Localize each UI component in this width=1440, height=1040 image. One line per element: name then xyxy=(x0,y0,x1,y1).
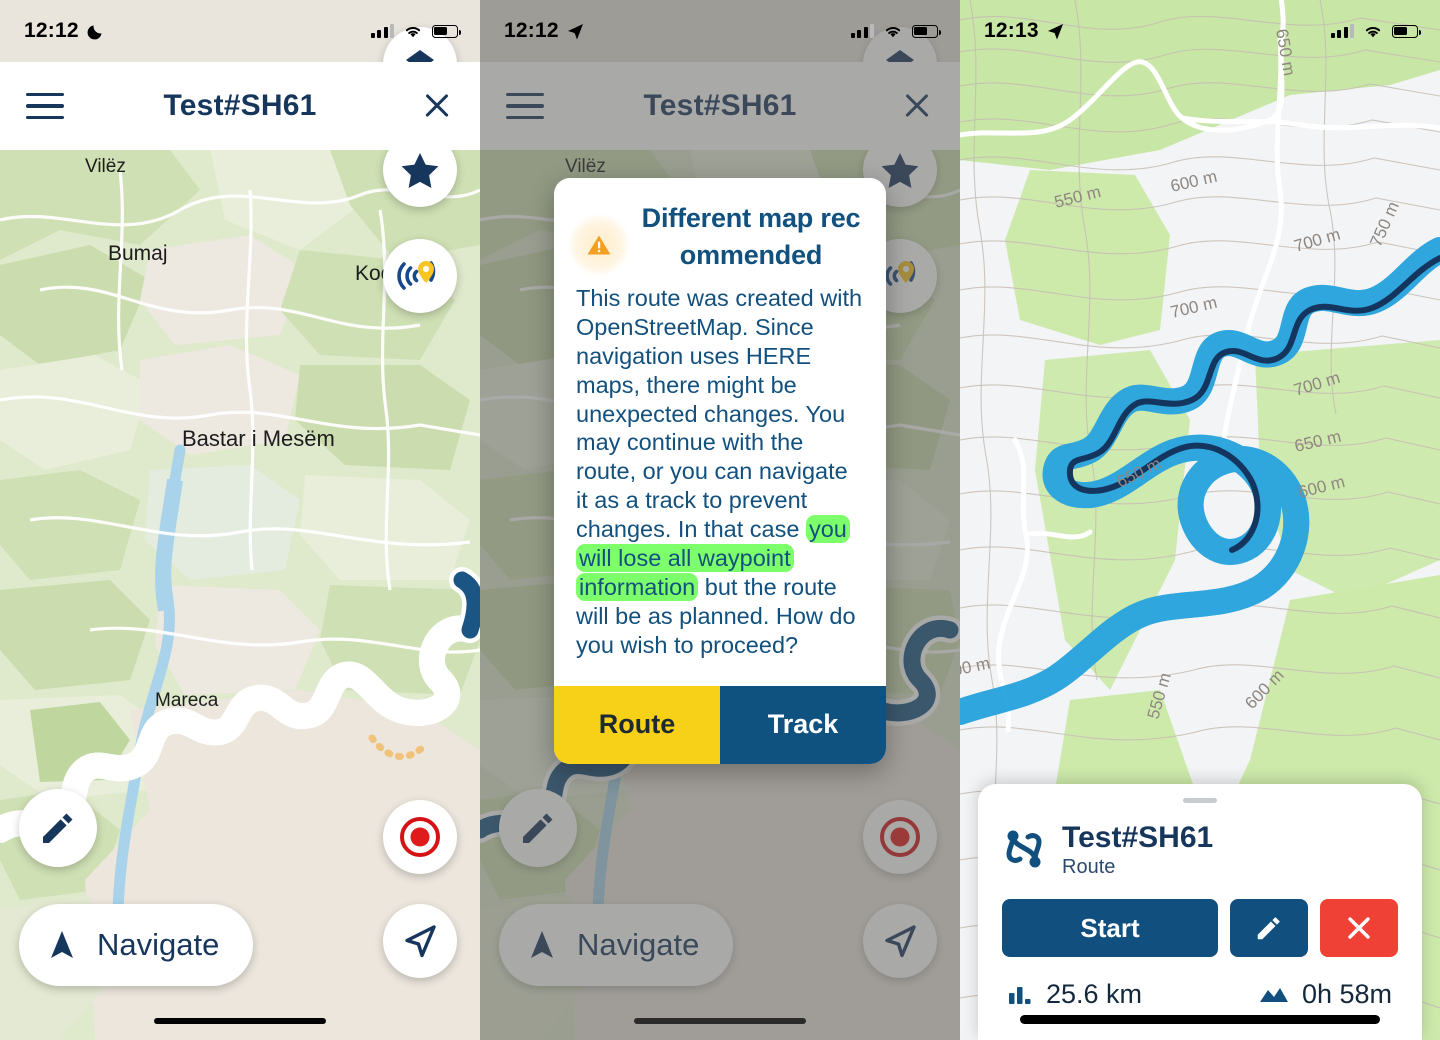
panel-dialog: Vilëz Test#SH61 Navigate 12:12 Different… xyxy=(480,0,960,1040)
hamburger-icon[interactable] xyxy=(26,93,64,119)
route-detail-sheet: Test#SH61 Route Start 25.6 km 0h 58m xyxy=(978,784,1422,1040)
status-time: 12:12 xyxy=(24,19,79,42)
app-bar: Test#SH61 xyxy=(480,62,960,150)
panel-route-detail: 650 m 550 m 600 m 700 m 700 m 750 m 700 … xyxy=(960,0,1440,1040)
record-button[interactable] xyxy=(863,800,937,874)
svg-text:Bumaj: Bumaj xyxy=(108,242,168,265)
stat-duration: 0h 58m xyxy=(1258,979,1392,1010)
status-left: 12:12 xyxy=(24,19,106,43)
track-button[interactable]: Track xyxy=(720,685,886,764)
navigate-button-label: Navigate xyxy=(577,927,700,962)
edit-route-button[interactable] xyxy=(19,789,97,867)
route-stats: 25.6 km 0h 58m xyxy=(1002,979,1398,1010)
dialog-header: Different map recommended xyxy=(554,178,886,280)
edit-button[interactable] xyxy=(1230,899,1308,957)
moon-icon xyxy=(87,25,102,40)
svg-text:Mareca: Mareca xyxy=(155,690,219,711)
delete-button[interactable] xyxy=(1320,899,1398,957)
record-button[interactable] xyxy=(383,800,457,874)
svg-text:Vilëz: Vilëz xyxy=(85,156,126,177)
navigation-arrow-icon xyxy=(885,925,916,958)
warning-icon-halo xyxy=(568,214,630,276)
warning-triangle-icon xyxy=(587,235,611,255)
record-icon xyxy=(400,817,440,857)
sheet-header: Test#SH61 Route xyxy=(1002,821,1398,879)
route-button[interactable]: Route xyxy=(554,685,720,764)
location-pin-waves-icon xyxy=(397,261,436,290)
navigate-button[interactable]: Navigate xyxy=(499,904,734,986)
elevation-icon xyxy=(1259,987,1288,1002)
gps-locate-button[interactable] xyxy=(383,239,457,313)
close-icon[interactable] xyxy=(900,89,934,123)
dialog-body: This route was created with OpenStreetMa… xyxy=(554,280,886,686)
navigate-button[interactable]: Navigate xyxy=(19,904,254,986)
home-indicator xyxy=(154,1018,326,1024)
screenshot-triptych: Vilëz Bumaj Kocaj Bastar i Mesëm Mareca … xyxy=(0,0,1440,1040)
close-icon xyxy=(1348,917,1370,939)
recenter-button[interactable] xyxy=(383,904,457,978)
record-icon xyxy=(880,817,920,857)
stat-distance-value: 25.6 km xyxy=(1046,979,1143,1009)
start-button[interactable]: Start xyxy=(1002,899,1218,957)
sheet-actions: Start xyxy=(1002,899,1398,957)
route-type: Route xyxy=(1062,856,1116,878)
cellular-signal-icon xyxy=(850,24,874,38)
status-left: 12:12 xyxy=(504,19,585,43)
page-title: Test#SH61 xyxy=(643,89,797,122)
dialog-title: Different map recommended xyxy=(641,203,861,271)
sheet-grabber[interactable] xyxy=(1183,798,1217,803)
panel-route-overview: Vilëz Bumaj Kocaj Bastar i Mesëm Mareca … xyxy=(0,0,480,1040)
dialog-actions: Route Track xyxy=(554,685,886,764)
star-icon xyxy=(881,153,919,188)
recenter-button[interactable] xyxy=(863,904,937,978)
location-arrow-icon xyxy=(567,23,583,39)
page-title: Test#SH61 xyxy=(163,89,317,122)
svg-text:Bastar i Mesëm: Bastar i Mesëm xyxy=(182,426,335,451)
svg-text:Vilëz: Vilëz xyxy=(565,156,606,177)
app-bar: Test#SH61 xyxy=(0,62,480,150)
pencil-icon xyxy=(1257,917,1280,940)
dialog-body-part-1: This route was created with OpenStreetMa… xyxy=(576,285,863,543)
distance-bars-icon xyxy=(1009,986,1031,1004)
navigate-arrow-icon xyxy=(531,931,553,958)
close-icon[interactable] xyxy=(420,89,454,123)
pencil-icon xyxy=(523,813,553,843)
navigate-button-label: Navigate xyxy=(97,927,220,962)
different-map-dialog: Different map recommended This route was… xyxy=(554,178,886,764)
status-time: 12:12 xyxy=(504,19,559,42)
star-icon xyxy=(401,153,439,188)
navigate-arrow-icon xyxy=(51,931,73,958)
navigation-arrow-icon xyxy=(405,925,436,958)
edit-route-button[interactable] xyxy=(499,789,577,867)
hamburger-icon[interactable] xyxy=(506,93,544,119)
stat-duration-value: 0h 58m xyxy=(1301,979,1392,1009)
route-name: Test#SH61 xyxy=(1062,821,1214,854)
cellular-signal-icon xyxy=(370,24,394,38)
home-indicator xyxy=(1020,1015,1380,1024)
pencil-icon xyxy=(43,813,73,843)
sheet-title-block: Test#SH61 Route xyxy=(1062,821,1213,879)
stat-distance: 25.6 km xyxy=(1008,979,1142,1010)
route-icon xyxy=(1006,830,1042,868)
home-indicator xyxy=(634,1018,806,1024)
